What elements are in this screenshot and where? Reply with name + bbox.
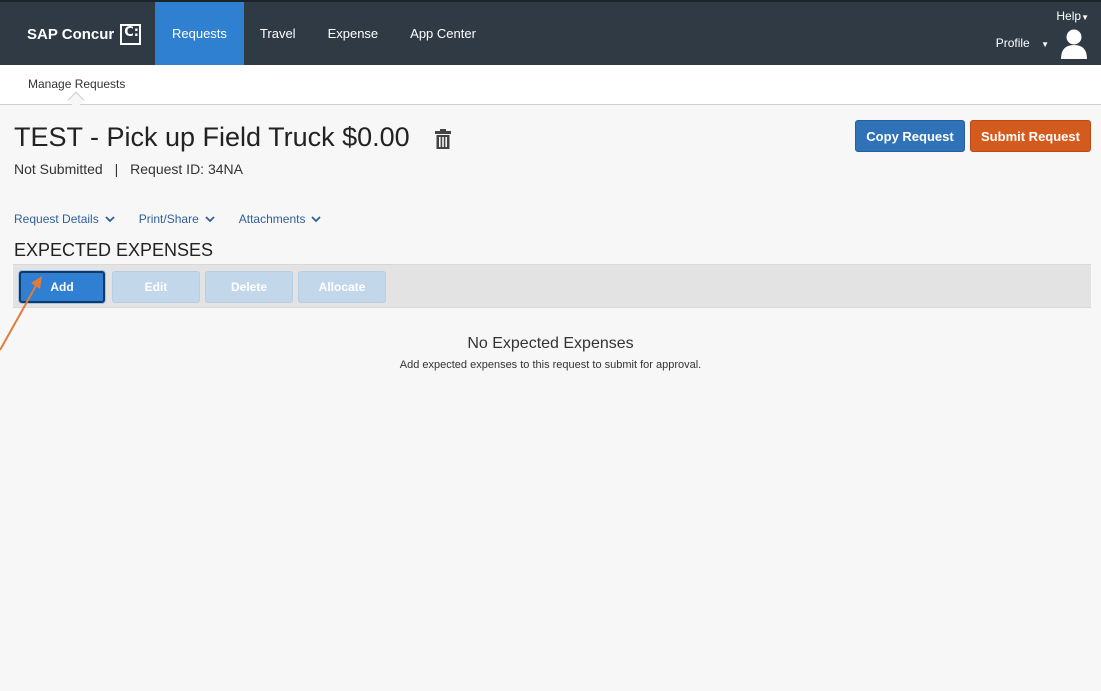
expected-expenses-heading: EXPECTED EXPENSES bbox=[14, 240, 214, 260]
chevron-down-icon bbox=[311, 215, 322, 222]
print-share-menu[interactable]: Print/Share bbox=[139, 212, 215, 226]
expected-expenses-toolbar: Add Edit Delete Allocate bbox=[13, 264, 1091, 308]
help-caret-icon: ▼ bbox=[1081, 13, 1089, 22]
submit-request-button[interactable]: Submit Request bbox=[970, 120, 1091, 152]
trash-icon[interactable] bbox=[435, 129, 451, 149]
attachments-label: Attachments bbox=[238, 212, 306, 226]
allocate-button[interactable]: Allocate bbox=[298, 271, 386, 303]
request-status: Not Submitted bbox=[14, 161, 103, 177]
nav-expense[interactable]: Expense bbox=[312, 2, 395, 65]
sap-concur-logo[interactable]: SAP Concur C: bbox=[27, 24, 142, 45]
top-navigation-bar: SAP Concur C: Requests Travel Expense Ap… bbox=[0, 0, 1101, 65]
chevron-down-icon bbox=[105, 215, 115, 222]
empty-state-title: No Expected Expenses bbox=[467, 335, 634, 352]
delete-button[interactable]: Delete bbox=[205, 271, 293, 303]
copy-request-button[interactable]: Copy Request bbox=[855, 120, 965, 152]
chevron-down-icon bbox=[205, 215, 215, 222]
logo-glyph: C: bbox=[124, 25, 139, 40]
profile-caret-icon: ▼ bbox=[1041, 40, 1049, 49]
annotation-arrow-icon bbox=[0, 276, 42, 351]
request-title: TEST - Pick up Field Truck $0.00 bbox=[14, 122, 410, 152]
brand-name: SAP Concur bbox=[27, 26, 115, 43]
help-label: Help bbox=[1056, 9, 1082, 23]
request-menus: Request Details Print/Share Attachments bbox=[14, 212, 322, 226]
sub-navigation: Manage Requests bbox=[0, 65, 1101, 105]
nav-requests[interactable]: Requests bbox=[155, 2, 244, 65]
attachments-menu[interactable]: Attachments bbox=[239, 212, 322, 226]
print-share-label: Print/Share bbox=[138, 212, 199, 226]
nav-app-center[interactable]: App Center bbox=[394, 2, 492, 65]
main-nav: Requests Travel Expense App Center bbox=[155, 2, 492, 65]
request-id: Request ID: 34NA bbox=[130, 161, 243, 177]
profile-menu[interactable]: Profile ▼ bbox=[996, 36, 1049, 50]
request-details-menu[interactable]: Request Details bbox=[14, 212, 115, 226]
help-menu[interactable]: Help▼ bbox=[1056, 9, 1089, 23]
concur-logo-icon: C: bbox=[120, 24, 142, 45]
manage-requests-link[interactable]: Manage Requests bbox=[28, 77, 125, 91]
profile-label: Profile bbox=[995, 36, 1030, 50]
status-separator: | bbox=[114, 161, 119, 177]
empty-state-subtitle: Add expected expenses to this request to… bbox=[399, 359, 702, 371]
request-status-line: Not Submitted | Request ID: 34NA bbox=[14, 161, 243, 177]
nav-travel[interactable]: Travel bbox=[244, 2, 312, 65]
request-details-label: Request Details bbox=[14, 212, 99, 226]
user-avatar-icon[interactable] bbox=[1061, 29, 1087, 59]
edit-button[interactable]: Edit bbox=[112, 271, 200, 303]
